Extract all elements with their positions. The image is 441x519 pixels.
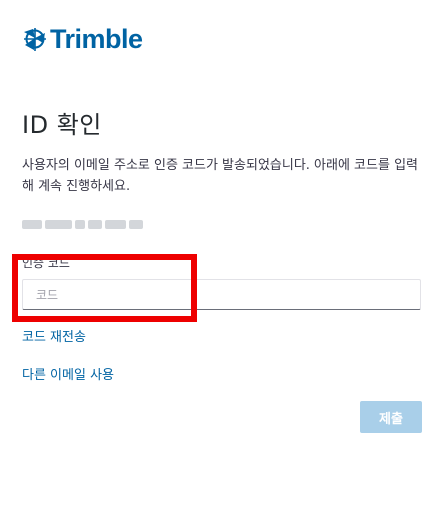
verification-code-input[interactable] [22,279,421,310]
page-title: ID 확인 [22,111,102,139]
logo-wordmark: Trimble [50,24,143,54]
redacted-segment [22,220,42,229]
submit-button[interactable]: 제출 [360,401,422,433]
redacted-segment [44,220,73,229]
verification-code-label: 인증 코드 [22,256,70,270]
redacted-segment [104,220,127,229]
redacted-segment [129,220,143,229]
trimble-logo: Trimble [22,22,143,56]
resend-code-link[interactable]: 코드 재전송 [22,329,86,347]
use-other-email-link[interactable]: 다른 이메일 사용 [22,367,114,385]
masked-email-address [22,217,143,232]
trimble-globe-icon [24,27,46,51]
redacted-segment [75,220,85,229]
instructions-text: 사용자의 이메일 주소로 인증 코드가 발송되었습니다. 아래에 코드를 입력해… [22,158,418,194]
redacted-segment [87,220,102,229]
